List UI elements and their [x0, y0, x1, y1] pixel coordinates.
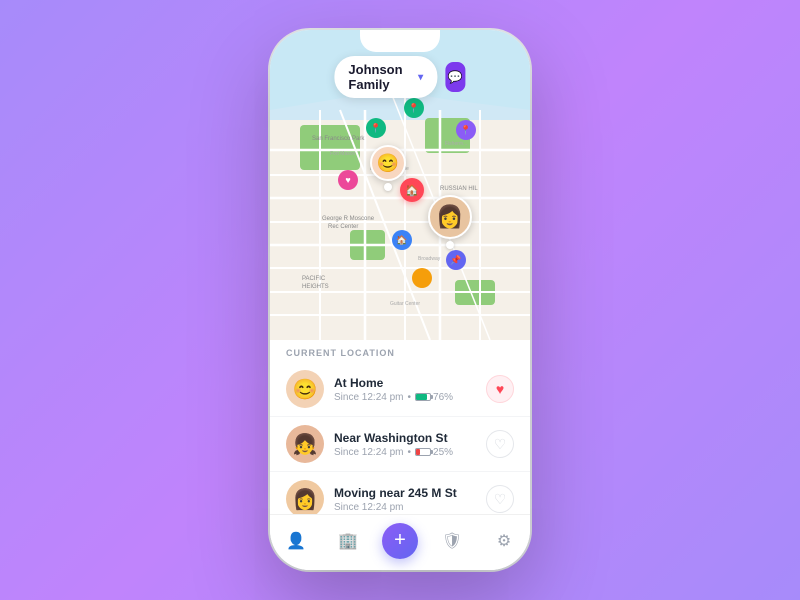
battery-separator-1: •	[408, 392, 412, 403]
heart-button-1[interactable]: ♥	[486, 375, 514, 403]
svg-text:George R Moscone: George R Moscone	[322, 216, 375, 222]
svg-text:San Francisco Park: San Francisco Park	[312, 136, 365, 142]
location-section: CURRENT LOCATION 😊 At Home Since 12:24 p…	[270, 340, 530, 514]
phone-notch	[360, 30, 440, 52]
family-name-label: Johnson Family	[348, 62, 412, 92]
member-info-3: Moving near 245 M St Since 12:24 pm	[334, 486, 476, 513]
chat-button[interactable]: 💬	[445, 62, 465, 92]
home-marker[interactable]: 🏠	[400, 178, 424, 202]
battery-icon-2: 25%	[415, 447, 453, 458]
battery-separator-2: •	[408, 447, 412, 458]
battery-icon-1: 76%	[415, 392, 453, 403]
member-since-2: Since 12:24 pm	[334, 447, 404, 458]
orange-dot-marker	[412, 268, 432, 288]
svg-text:HEIGHTS: HEIGHTS	[302, 284, 329, 290]
phone-shell: San Francisco Park George R Moscone Rec …	[270, 30, 530, 570]
member-status-3: Since 12:24 pm	[334, 502, 476, 513]
bottom-nav: 👤 🏢 + 🛡 ⚙	[270, 514, 530, 570]
battery-pct-2: 25%	[433, 447, 453, 458]
svg-text:Guitar Center: Guitar Center	[390, 301, 420, 307]
marker-pin-1	[384, 183, 392, 191]
nav-settings[interactable]: ⚙	[478, 515, 530, 566]
nav-add[interactable]: +	[374, 515, 426, 566]
svg-text:Broadway: Broadway	[418, 256, 441, 262]
member-status-2: Since 12:24 pm • 25%	[334, 447, 476, 458]
pink-dot-marker: ♥	[338, 170, 358, 190]
map-marker-member2[interactable]: 👩	[428, 195, 472, 249]
member-avatar-1: 😊	[286, 370, 324, 408]
people-icon: 👤	[286, 531, 306, 551]
nav-places[interactable]: 🏢	[322, 515, 374, 566]
member-name-1: At Home	[334, 376, 476, 390]
svg-text:Fisherm...: Fisherm...	[445, 141, 467, 147]
section-label: CURRENT LOCATION	[270, 340, 530, 362]
settings-icon: ⚙	[497, 531, 511, 551]
nav-people[interactable]: 👤	[270, 515, 322, 566]
avatar-member1: 😊	[370, 145, 406, 181]
nav-shield[interactable]: 🛡	[426, 515, 478, 566]
member-info-1: At Home Since 12:24 pm • 76%	[334, 376, 476, 403]
map-area: San Francisco Park George R Moscone Rec …	[270, 30, 530, 340]
member-item-1: 😊 At Home Since 12:24 pm • 76%	[270, 362, 530, 417]
member-avatar-3: 👩	[286, 480, 324, 514]
add-button[interactable]: +	[382, 523, 418, 559]
svg-text:PACIFIC: PACIFIC	[302, 276, 326, 282]
member-name-3: Moving near 245 M St	[334, 486, 476, 500]
svg-text:RUSSIAN HIL: RUSSIAN HIL	[440, 186, 478, 192]
green-dot-marker2: 📍	[366, 118, 386, 138]
purple-dot-marker: 📍	[456, 120, 476, 140]
green-dot-marker1: 📍	[404, 98, 424, 118]
member-item-3: 👩 Moving near 245 M St Since 12:24 pm ♡	[270, 472, 530, 514]
svg-text:Rec Center: Rec Center	[328, 224, 358, 230]
indigo-dot-marker: 📌	[446, 250, 466, 270]
marker-pin-2	[446, 241, 454, 249]
heart-button-2[interactable]: ♡	[486, 430, 514, 458]
member-info-2: Near Washington St Since 12:24 pm • 25%	[334, 431, 476, 458]
family-dropdown[interactable]: Johnson Family ▾	[334, 56, 437, 98]
chevron-down-icon: ▾	[418, 72, 423, 83]
blue-dot-marker: 🏠	[392, 230, 412, 250]
shield-icon: 🛡	[442, 531, 462, 551]
avatar-member2: 👩	[428, 195, 472, 239]
member-avatar-2: 👧	[286, 425, 324, 463]
places-icon: 🏢	[338, 531, 358, 551]
member-status-1: Since 12:24 pm • 76%	[334, 392, 476, 403]
heart-button-3[interactable]: ♡	[486, 485, 514, 513]
member-since-3: Since 12:24 pm	[334, 502, 404, 513]
member-item-2: 👧 Near Washington St Since 12:24 pm • 25…	[270, 417, 530, 472]
battery-pct-1: 76%	[433, 392, 453, 403]
member-list: 😊 At Home Since 12:24 pm • 76%	[270, 362, 530, 514]
member-since-1: Since 12:24 pm	[334, 392, 404, 403]
family-selector: Johnson Family ▾ 💬	[334, 56, 465, 98]
svg-text:Fort Mason: Fort Mason	[330, 151, 356, 157]
member-name-2: Near Washington St	[334, 431, 476, 445]
